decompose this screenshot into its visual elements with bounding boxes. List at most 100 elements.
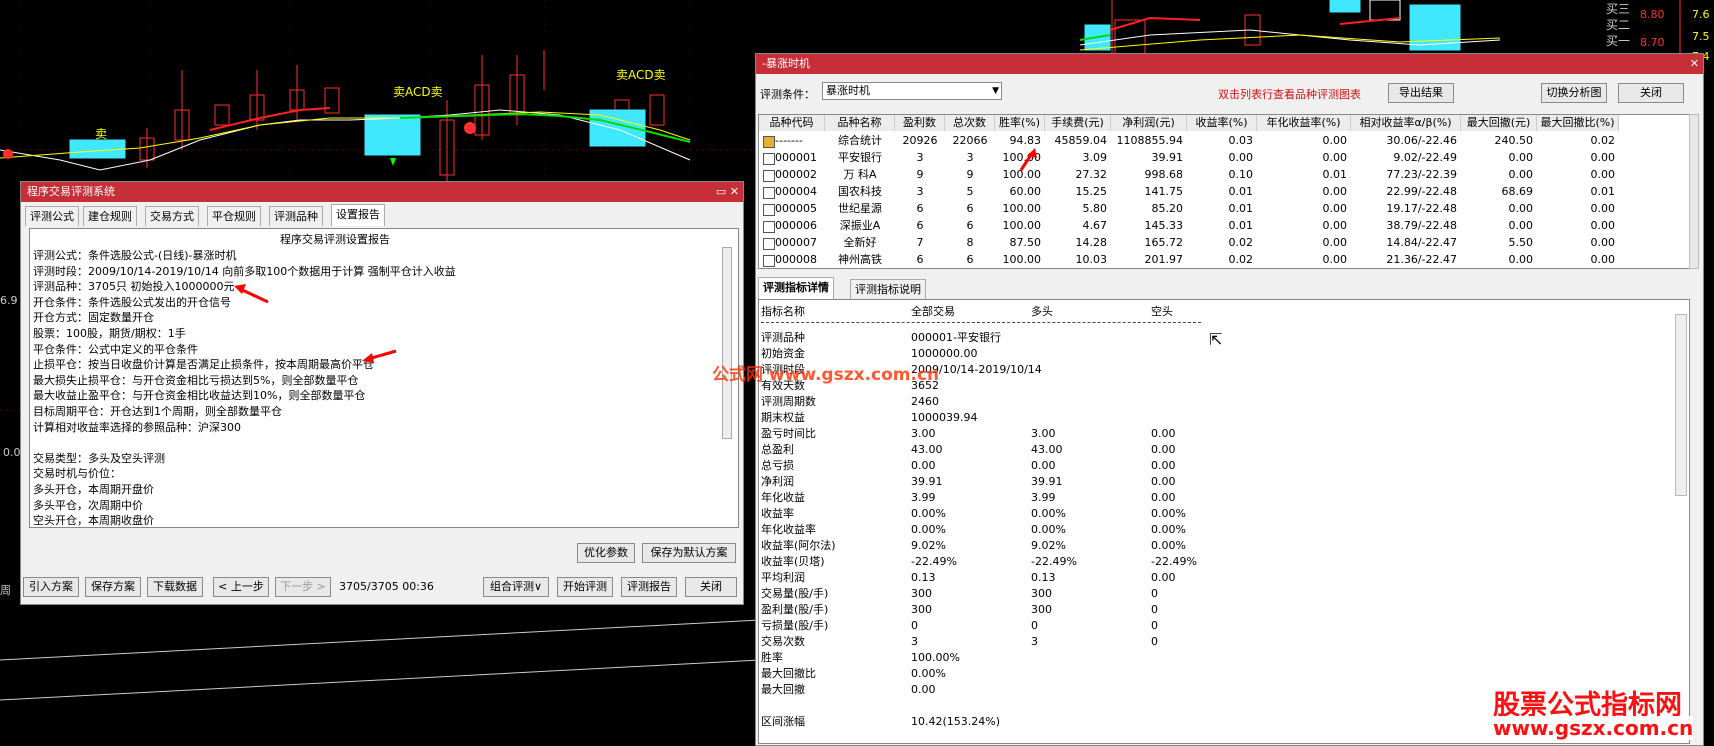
detail-cell: 0.00 (1151, 459, 1176, 472)
column-header[interactable]: 总次数 (945, 115, 995, 131)
detail-cell: 39.91 (911, 475, 943, 488)
annotation-arrow (234, 284, 269, 304)
condition-select[interactable]: 暴涨时机 ▼ (822, 82, 1002, 100)
detail-cell: 平均利润 (761, 571, 805, 584)
table-cell: 0.00 (1322, 134, 1348, 147)
table-cell: 综合统计 (838, 134, 882, 147)
detail-cell: 区间涨幅 (761, 715, 805, 728)
column-header[interactable]: 品种名称 (825, 115, 895, 131)
bid-label: 买三 (1606, 2, 1631, 16)
table-cell: 0.00 (1508, 202, 1534, 215)
column-header[interactable]: 净利润(元) (1111, 115, 1187, 131)
switch-chart-button[interactable]: 切换分析图 (1541, 83, 1607, 103)
optimize-params-button[interactable]: 优化参数 (577, 543, 635, 563)
tab-formula[interactable]: 评测公式 (25, 206, 79, 226)
column-header[interactable]: 年化收益率(%) (1257, 115, 1351, 131)
column-header[interactable]: 胜率(%) (995, 115, 1045, 131)
report-line: 最大损失止损平仓：与开仓资金相比亏损达到5%，则全部数量平仓 (33, 373, 359, 387)
report-line: 评测品种：3705只 初始投入1000000元 (33, 280, 235, 294)
tab-explain[interactable]: 评测指标说明 (850, 279, 926, 299)
detail-cell: 最大回撤 (761, 683, 805, 696)
detail-cell: 300 (1031, 587, 1052, 600)
detail-cell: 43.00 (911, 443, 943, 456)
window-titlebar[interactable]: 程序交易评测系统 ▭ ✕ (21, 182, 743, 202)
prev-step-button[interactable]: < 上一步 (213, 577, 269, 597)
column-header[interactable]: 品种代码 (759, 115, 825, 131)
report-scrollbar[interactable] (722, 247, 732, 439)
save-default-button[interactable]: 保存为默认方案 (642, 543, 736, 563)
table-cell: 平安银行 (838, 151, 882, 164)
table-cell: 000007 (775, 236, 817, 249)
table-cell: 0.00 (1590, 151, 1616, 164)
table-scrollbar[interactable] (1689, 114, 1699, 269)
price-label: 8.80 (1640, 8, 1665, 21)
detail-cell: 9.02% (1031, 539, 1066, 552)
table-cell: 6 (916, 202, 924, 215)
table-cell: 85.20 (1151, 202, 1184, 215)
window-titlebar[interactable]: -暴涨时机 ✕ (756, 54, 1703, 74)
chevron-down-icon[interactable]: ▼ (992, 83, 999, 99)
table-cell: 5.80 (1082, 202, 1108, 215)
report-line: 目标周期平仓：开仓达到1个周期，则全部数量平仓 (33, 405, 282, 418)
table-cell: 6 (966, 202, 974, 215)
table-row[interactable]: 000007 全新好 7 8 87.50 14.28 165.72 0.02 0.00 14.84… (759, 235, 1689, 251)
column-header[interactable]: 手续费(元) (1045, 115, 1111, 131)
report-line: 多头开仓，本周期开盘价 (33, 483, 154, 496)
detail-cell: 总亏损 (761, 459, 794, 472)
eval-report-button[interactable]: 评测报告 (621, 577, 677, 597)
row-icon (763, 255, 775, 267)
trading-evaluation-window: 程序交易评测系统 ▭ ✕ 评测公式 建仓规则 交易方式 平仓规则 评测品种 设置… (20, 181, 744, 605)
save-scheme-button[interactable]: 保存方案 (85, 577, 141, 597)
left-axis-value: 6.9 (0, 294, 18, 307)
column-header[interactable]: 相对收益率α/β(%) (1351, 115, 1461, 131)
table-cell: 0.00 (1322, 219, 1348, 232)
column-header[interactable]: 收益率(%) (1187, 115, 1257, 131)
tab-open-rules[interactable]: 建仓规则 (83, 206, 137, 226)
import-scheme-button[interactable]: 引入方案 (23, 577, 79, 597)
table-row[interactable]: 000006 深振业A 6 6 100.00 4.67 145.33 0.01 0.00 38.7… (759, 218, 1689, 234)
cursor-icon: ⇱ (1209, 330, 1223, 349)
column-header[interactable]: 盈利数 (895, 115, 945, 131)
table-cell: 145.33 (1144, 219, 1184, 232)
table-row[interactable]: 000002 万 科A 9 9 100.00 27.32 998.68 0.10 0.01 77.… (759, 167, 1689, 183)
tab-symbols[interactable]: 评测品种 (269, 206, 323, 226)
detail-cell: 0.00% (1151, 523, 1186, 536)
tab-detail[interactable]: 评测指标详情 (758, 277, 834, 299)
left-axis-value: 周 (0, 584, 11, 597)
table-row[interactable]: ------- 综合统计 20926 22066 94.83 45859.04 110885… (759, 133, 1689, 149)
close-icon[interactable]: ✕ (1690, 54, 1699, 74)
table-cell: 15.25 (1075, 185, 1108, 198)
download-data-button[interactable]: 下载数据 (147, 577, 203, 597)
hint-text: 双击列表行查看品种评测图表 (1218, 88, 1361, 101)
column-header[interactable]: 最大回撤比(%) (1537, 115, 1619, 131)
detail-cell: 收益率(贝塔) (761, 555, 825, 568)
detail-cell: 10.42(153.24%) (911, 715, 1001, 728)
tab-close-rules[interactable]: 平仓规则 (207, 206, 261, 226)
export-button[interactable]: 导出结果 (1388, 83, 1454, 103)
report-line: 平仓条件：公式中定义的平仓条件 (33, 342, 198, 356)
detail-cell: 收益率 (761, 507, 794, 520)
detail-scrollbar[interactable] (1675, 314, 1687, 496)
detail-cell: 1000039.94 (911, 411, 978, 424)
table-row[interactable]: 000001 平安银行 3 3 100.00 3.09 39.91 0.00 0.00 9.02/… (759, 150, 1689, 166)
tab-trade-mode[interactable]: 交易方式 (145, 206, 199, 226)
close-button[interactable]: 关闭 (1618, 83, 1684, 103)
window-controls[interactable]: ▭ ✕ (716, 182, 739, 202)
close-button[interactable]: 关闭 (685, 577, 737, 597)
combo-eval-button[interactable]: 组合评测∨ (483, 577, 549, 597)
report-line: 多头平仓，次周期中价 (33, 498, 143, 512)
next-step-button[interactable]: 下一步 > (275, 577, 331, 597)
price-label: 8.70 (1640, 36, 1665, 49)
bid-label: 买一 (1606, 34, 1631, 48)
table-row[interactable]: 000004 国农科技 3 5 60.00 15.25 141.75 0.01 0.00 22.9… (759, 184, 1689, 200)
tab-report[interactable]: 设置报告 (331, 204, 385, 226)
table-row[interactable]: 000005 世纪星源 6 6 100.00 5.80 85.20 0.01 0.00 19.17… (759, 201, 1689, 217)
detail-cell: 0.00 (1151, 443, 1176, 456)
start-eval-button[interactable]: 开始评测 (557, 577, 613, 597)
column-header[interactable]: 最大回撤(元) (1461, 115, 1537, 131)
table-row[interactable]: 000008 神州高铁 6 6 100.00 10.03 201.97 0.02 0.00 21.… (759, 252, 1689, 268)
table-cell: 22.99/-22.48 (1386, 185, 1457, 198)
condition-value: 暴涨时机 (826, 84, 870, 97)
table-cell: 87.50 (1009, 236, 1042, 249)
acd-marker-label: 卖ACD卖 (393, 85, 443, 99)
